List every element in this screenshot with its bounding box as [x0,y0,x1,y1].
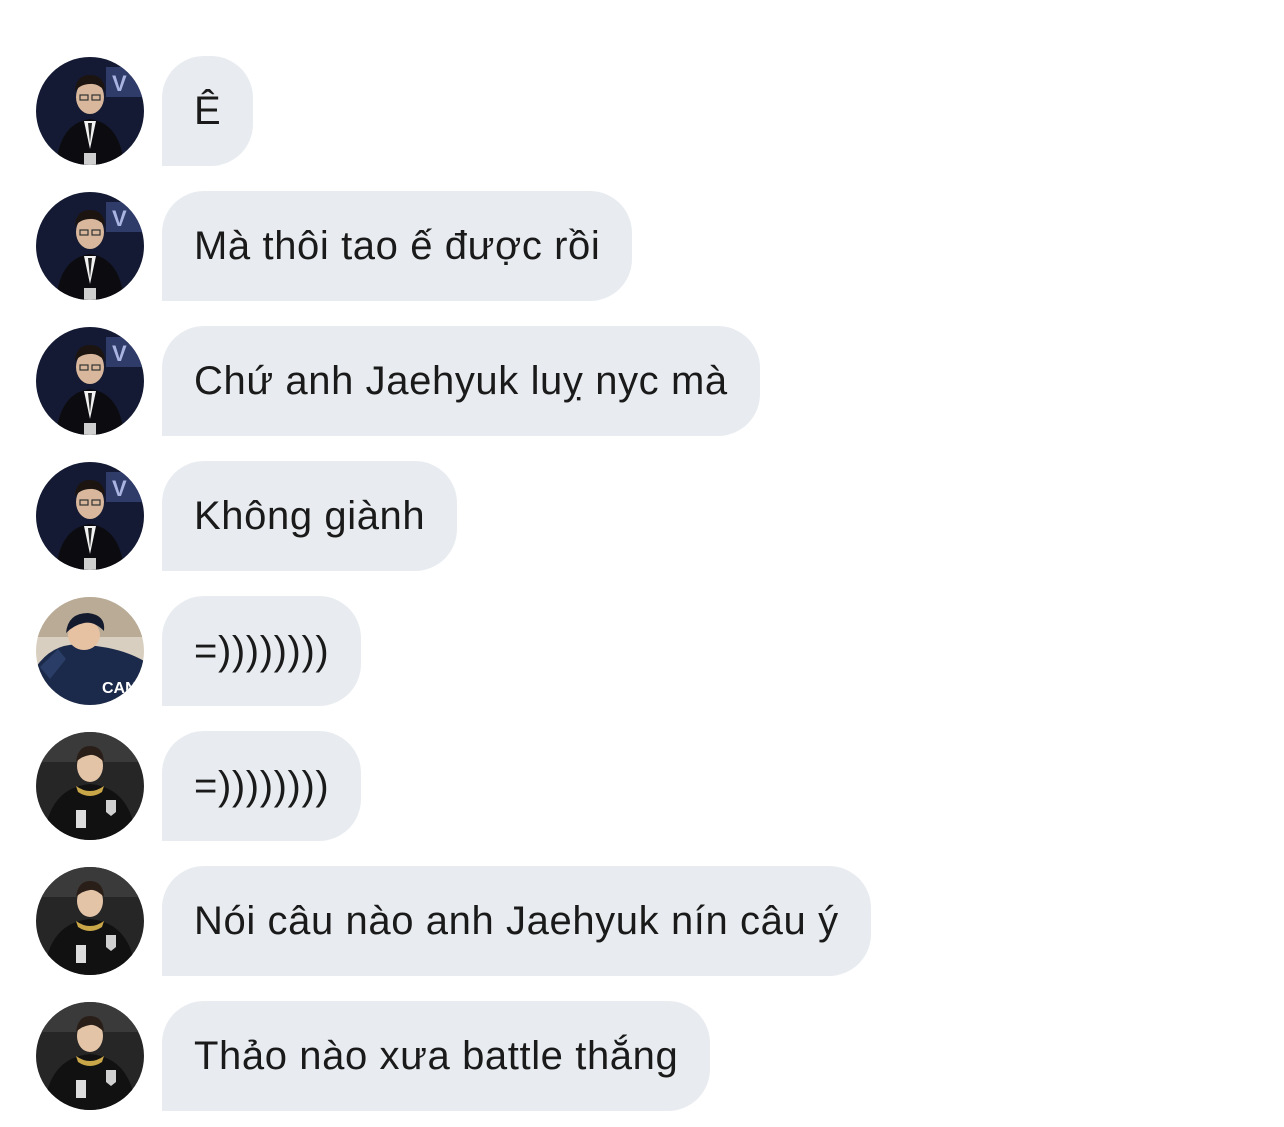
gen-g-jersey-avatar[interactable] [36,1002,144,1110]
message-bubble[interactable]: Ê [162,56,254,166]
message-bubble[interactable]: Không giành [162,461,458,571]
gen-g-jersey-avatar[interactable] [36,867,144,975]
message-row: V Không giành [36,461,458,571]
message-row: Thảo nào xưa battle thắng [36,1001,711,1111]
message-bubble[interactable]: Mà thôi tao ế được rồi [162,191,633,301]
message-bubble[interactable]: Thảo nào xưa battle thắng [162,1001,711,1111]
message-row: Nói câu nào anh Jaehyuk nín câu ý [36,866,871,976]
message-bubble[interactable]: Chứ anh Jaehyuk luỵ nyc mà [162,326,760,436]
suit-man-avatar[interactable]: V [36,327,144,435]
message-row: CANY =)))))))) [36,596,362,706]
svg-text:V: V [112,71,127,96]
svg-text:V: V [112,341,127,366]
message-bubble[interactable]: Nói câu nào anh Jaehyuk nín câu ý [162,866,871,976]
message-row: V Chứ anh Jaehyuk luỵ nyc mà [36,326,760,436]
message-row: V Ê [36,56,254,166]
canyon-jersey-avatar[interactable]: CANY [36,597,144,705]
suit-man-avatar[interactable]: V [36,57,144,165]
avatar-jersey-text: CANY [102,680,144,697]
message-row: =)))))))) [36,731,362,841]
svg-text:V: V [112,206,127,231]
gen-g-jersey-avatar[interactable] [36,732,144,840]
suit-man-avatar[interactable]: V [36,462,144,570]
chat-thread: V Ê V Mà thôi tao ế được rồi V Chứ anh J… [0,0,1284,1127]
message-bubble[interactable]: =)))))))) [162,596,362,706]
suit-man-avatar[interactable]: V [36,192,144,300]
message-row: V Mà thôi tao ế được rồi [36,191,633,301]
message-bubble[interactable]: =)))))))) [162,731,362,841]
svg-text:V: V [112,476,127,501]
